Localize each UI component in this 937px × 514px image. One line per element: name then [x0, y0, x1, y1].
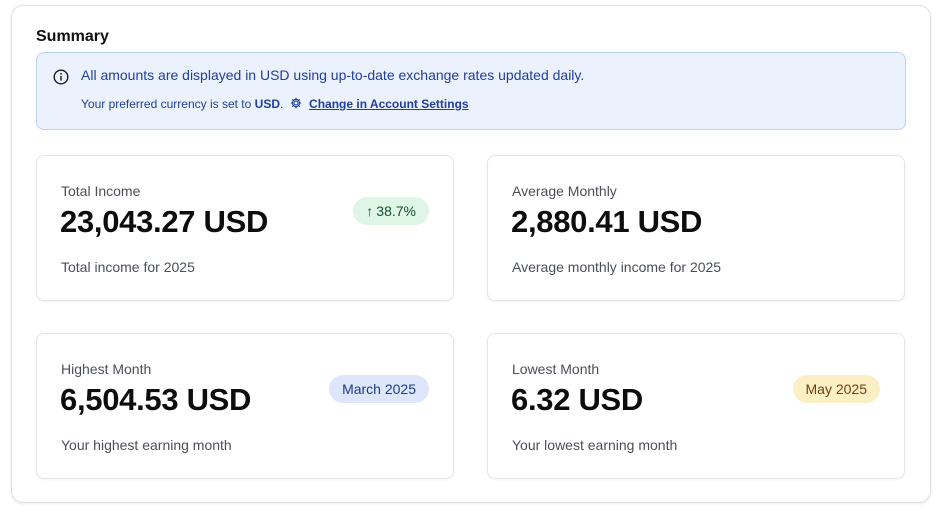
info-icon: [53, 69, 69, 85]
card-label: Lowest Month: [512, 361, 600, 377]
growth-badge: ↑ 38.7%: [353, 197, 429, 225]
banner-message: All amounts are displayed in USD using u…: [81, 67, 585, 83]
arrow-up-icon: ↑: [366, 203, 374, 219]
total-income-card: Total Income 23,043.27 USD Total income …: [36, 155, 454, 301]
card-label: Total Income: [61, 183, 141, 199]
card-value: 2,880.41 USD: [511, 204, 703, 239]
month-badge: May 2025: [792, 375, 880, 403]
growth-value: 38.7%: [376, 203, 416, 219]
card-description: Total income for 2025: [61, 259, 195, 275]
average-monthly-card: Average Monthly 2,880.41 USD Average mon…: [487, 155, 905, 301]
card-value: 6,504.53 USD: [60, 382, 252, 417]
currency-preference-text: Your preferred currency is set to USD. C…: [81, 97, 469, 111]
preferred-currency: USD: [254, 97, 280, 111]
gear-icon: [290, 97, 301, 109]
summary-title: Summary: [36, 28, 109, 45]
card-description: Your lowest earning month: [512, 437, 678, 453]
card-description: Your highest earning month: [61, 437, 232, 453]
card-value: 23,043.27 USD: [60, 204, 269, 239]
summary-panel: Summary All amounts are displayed in USD…: [11, 5, 931, 503]
highest-month-card: Highest Month 6,504.53 USD Your highest …: [36, 333, 454, 479]
card-label: Highest Month: [61, 361, 152, 377]
card-value: 6.32 USD: [511, 382, 643, 417]
lowest-month-card: Lowest Month 6.32 USD Your lowest earnin…: [487, 333, 905, 479]
currency-info-banner: All amounts are displayed in USD using u…: [36, 52, 906, 130]
card-description: Average monthly income for 2025: [512, 259, 722, 275]
month-badge: March 2025: [329, 375, 429, 403]
currency-prefix: Your preferred currency is set to: [81, 97, 252, 111]
currency-suffix: .: [280, 97, 284, 111]
card-label: Average Monthly: [512, 183, 617, 199]
account-settings-link[interactable]: Change in Account Settings: [309, 97, 469, 111]
